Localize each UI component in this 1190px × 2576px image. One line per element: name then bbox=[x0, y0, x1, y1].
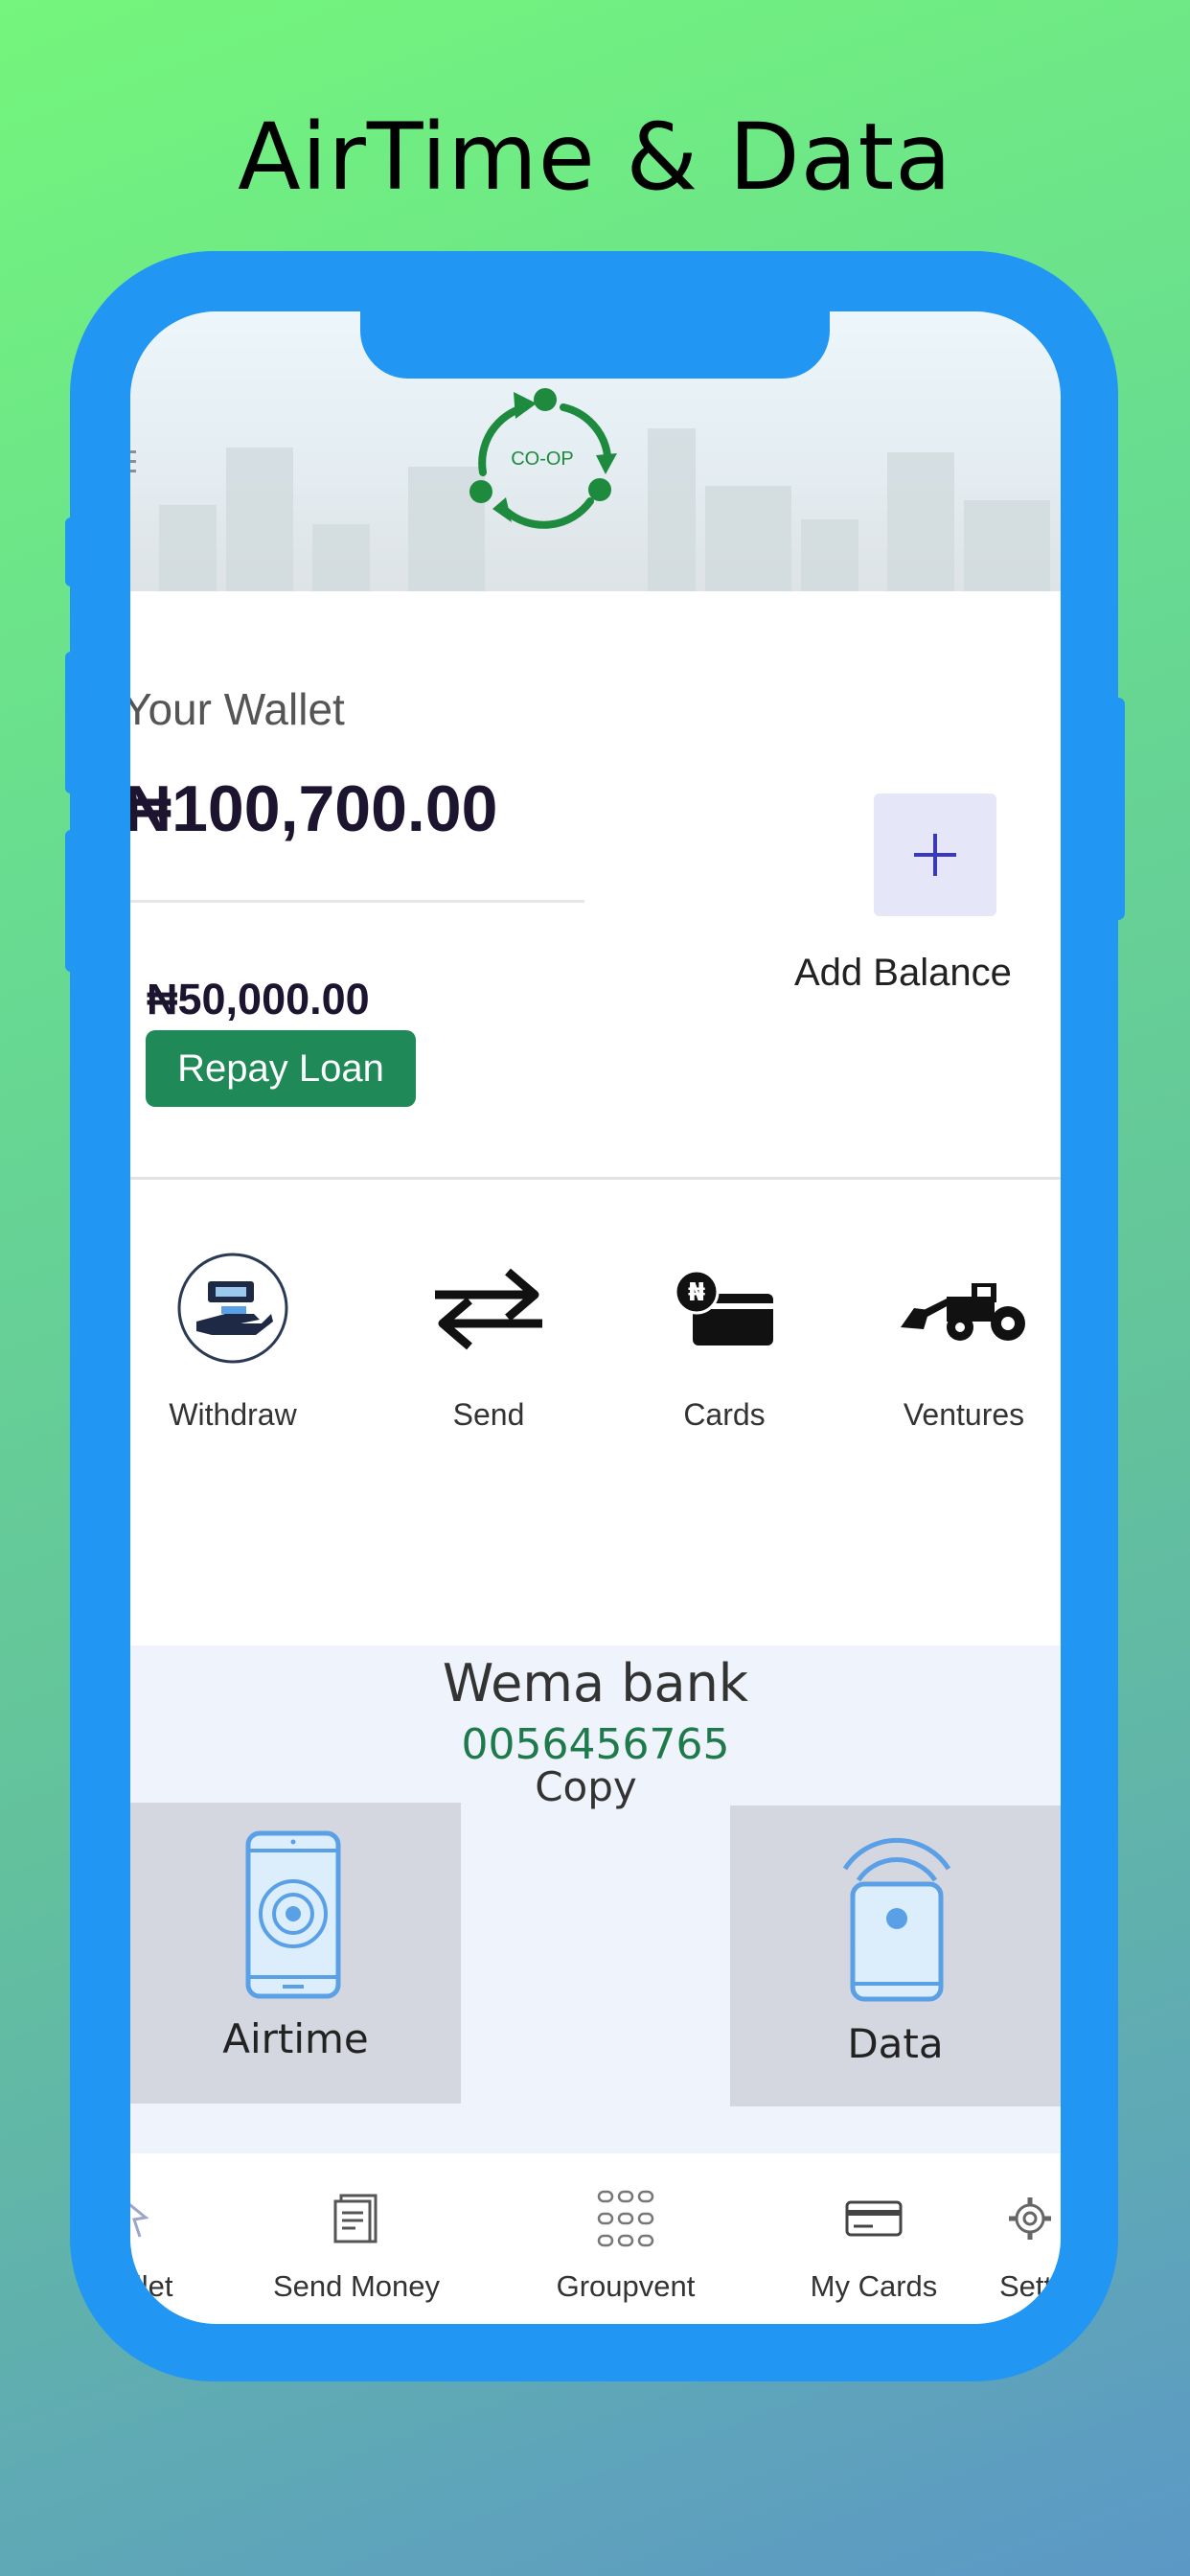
action-ventures[interactable]: Ventures bbox=[858, 1246, 1061, 1433]
coop-logo: CO-OP bbox=[469, 388, 617, 529]
phone-screen: CO-OP Your Wallet ₦100,700.00 Add Balanc… bbox=[130, 311, 1061, 2324]
nav-label: Groupvent bbox=[556, 2269, 696, 2303]
phone-signal-icon bbox=[842, 1837, 951, 2002]
transfer-arrows-icon bbox=[435, 1268, 542, 1350]
gear-icon bbox=[1009, 2197, 1051, 2240]
svg-text:₦: ₦ bbox=[688, 1278, 705, 1307]
grid-dots-icon bbox=[597, 2190, 654, 2247]
phone-notch bbox=[360, 311, 830, 379]
credit-card-icon bbox=[845, 2200, 903, 2237]
tile-label: Airtime bbox=[222, 2015, 369, 2062]
section-divider bbox=[130, 1177, 1061, 1180]
page-headline: AirTime & Data bbox=[238, 104, 952, 211]
action-label: Send bbox=[452, 1397, 525, 1432]
add-balance-button[interactable] bbox=[874, 794, 996, 916]
loan-amount: ₦50,000.00 bbox=[147, 975, 370, 1024]
nav-item-my-cards[interactable]: My Cards bbox=[768, 2153, 979, 2304]
tractor-icon bbox=[901, 1283, 1025, 1341]
plus-icon bbox=[914, 834, 956, 876]
nav-label: My Cards bbox=[810, 2269, 938, 2303]
action-label: Cards bbox=[683, 1397, 766, 1432]
receipt-icon bbox=[333, 2194, 378, 2243]
nav-item-send-money[interactable]: Send Money bbox=[246, 2153, 467, 2304]
bottom-nav: Wallet Send Money bbox=[130, 2153, 1061, 2324]
action-cards[interactable]: ₦ Cards bbox=[619, 1246, 830, 1433]
nav-label: Settings bbox=[999, 2269, 1061, 2303]
nav-item-wallet[interactable]: Wallet bbox=[130, 2153, 228, 2304]
wallet-balance: ₦100,700.00 bbox=[130, 772, 498, 845]
repay-loan-button[interactable]: Repay Loan bbox=[146, 1030, 416, 1107]
phone-target-icon bbox=[245, 1830, 341, 1999]
data-tile[interactable]: Data bbox=[730, 1806, 1061, 2106]
nav-item-settings[interactable]: Settings bbox=[999, 2153, 1061, 2304]
wallet-title: Your Wallet bbox=[130, 684, 345, 734]
nav-label: Wallet bbox=[130, 2269, 173, 2303]
airtime-tile[interactable]: Airtime bbox=[130, 1803, 461, 2104]
naira-card-icon: ₦ bbox=[674, 1269, 773, 1346]
action-withdraw[interactable]: Withdraw bbox=[130, 1246, 338, 1433]
action-send[interactable]: Send bbox=[383, 1246, 594, 1433]
nav-label: Send Money bbox=[272, 2269, 441, 2303]
hand-cash-icon bbox=[177, 1253, 288, 1364]
logo-text: CO-OP bbox=[511, 448, 574, 470]
action-label: Ventures bbox=[903, 1397, 1025, 1432]
wallet-icon bbox=[130, 2202, 149, 2238]
nav-item-groupvent[interactable]: Groupvent bbox=[511, 2153, 741, 2304]
tile-label: Data bbox=[847, 2020, 944, 2067]
action-label: Withdraw bbox=[169, 1397, 297, 1432]
menu-icon[interactable] bbox=[130, 450, 136, 489]
add-balance-label[interactable]: Add Balance bbox=[794, 952, 1012, 995]
account-number: 0056456765 bbox=[461, 1720, 730, 1769]
bank-name: Wema bank bbox=[442, 1653, 749, 1714]
wallet-divider bbox=[130, 900, 584, 903]
